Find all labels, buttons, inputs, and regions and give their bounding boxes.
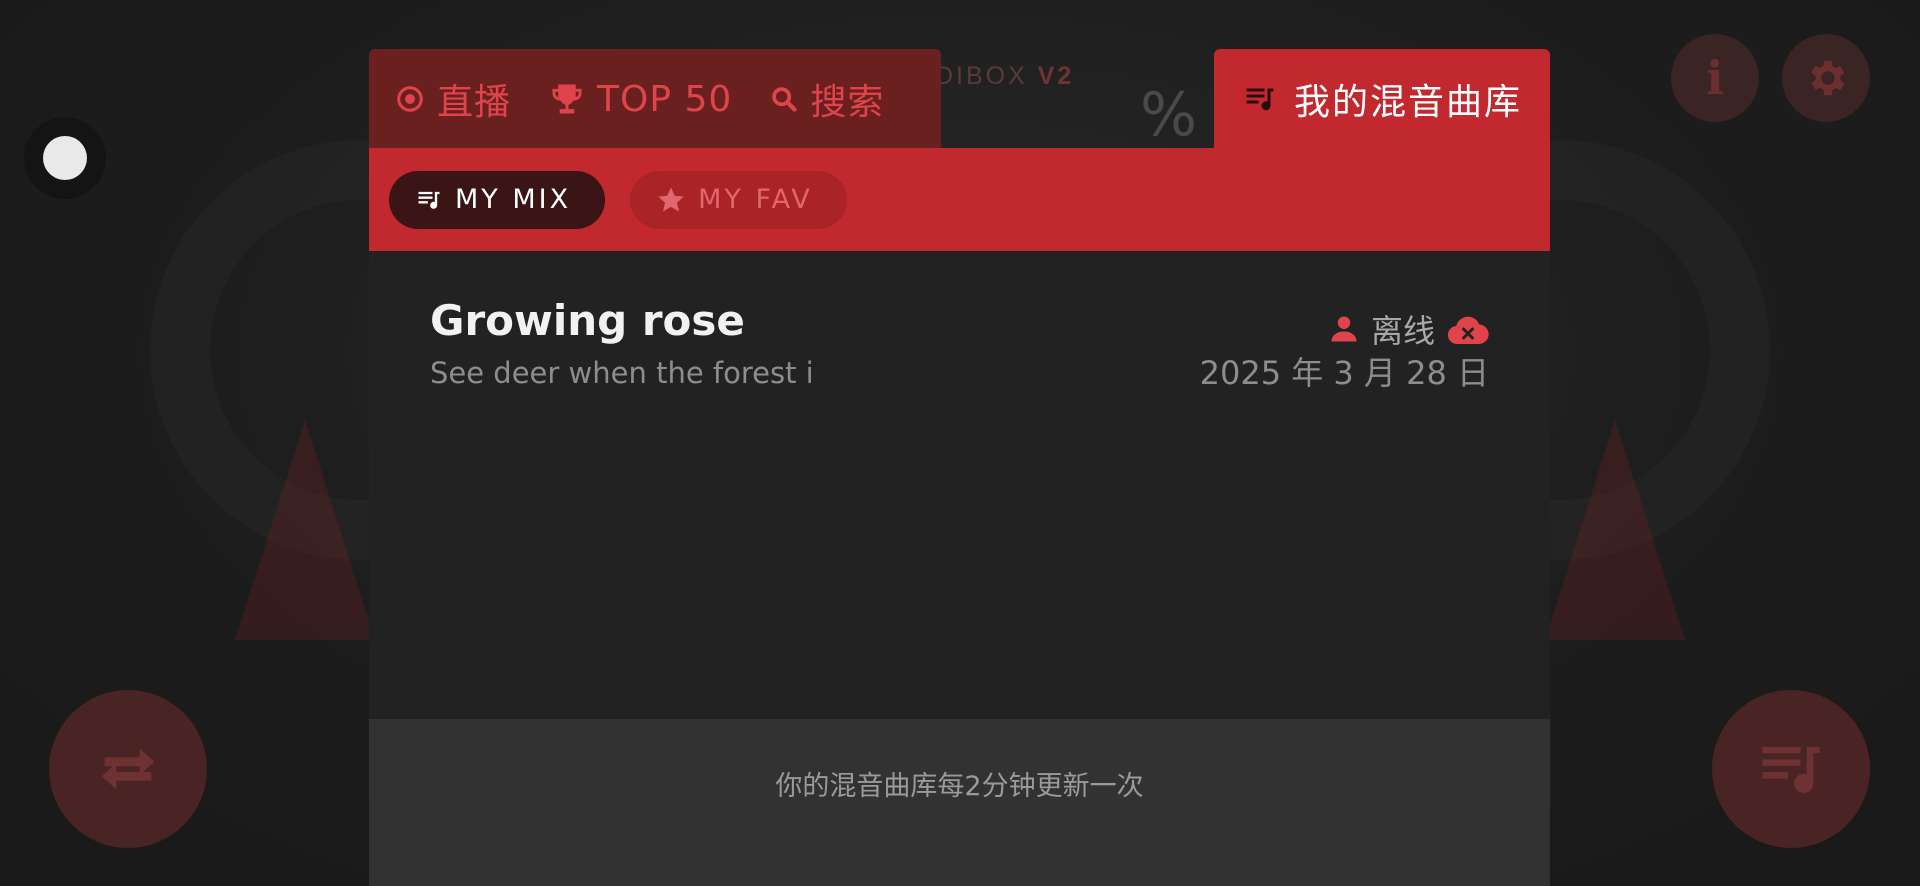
settings-button[interactable] <box>1782 34 1870 122</box>
status-label: 离线 <box>1370 312 1435 350</box>
info-icon: i <box>1706 51 1724 105</box>
tab-bar: 直播 TOP 50 搜索 <box>369 49 941 149</box>
tab-label: TOP 50 <box>597 78 733 120</box>
app-screen: DIBOX V2 % i 直播 TOP 50 搜索 我的混音曲库 MY MIX … <box>0 0 1920 886</box>
trophy-icon <box>549 83 585 115</box>
mix-status: 离线 <box>1329 306 1489 352</box>
background-decoration <box>1545 420 1685 640</box>
mix-list: Growing rose See deer when the forest i … <box>369 251 1550 719</box>
subtab-my-mix[interactable]: MY MIX <box>389 170 606 229</box>
mix-description: See deer when the forest i <box>430 356 814 390</box>
toggle-knob <box>43 136 87 180</box>
update-note: 你的混音曲库每2分钟更新一次 <box>775 771 1144 802</box>
mode-toggle[interactable] <box>24 117 106 199</box>
user-icon <box>1331 316 1357 342</box>
subtab-label: MY MIX <box>455 184 572 215</box>
tab-label: 直播 <box>437 82 512 123</box>
subtab-bar: MY MIX MY FAV <box>369 148 1550 251</box>
subtab-my-fav[interactable]: MY FAV <box>630 170 847 229</box>
mix-date: 2025 年 3 月 28 日 <box>1199 354 1489 392</box>
tab-my-mix-library[interactable]: 我的混音曲库 <box>1214 49 1550 149</box>
swap-button[interactable] <box>49 690 207 848</box>
radio-dot-icon <box>395 84 425 114</box>
library-panel: 直播 TOP 50 搜索 我的混音曲库 MY MIX MY FAV Growin… <box>369 49 1550 886</box>
mix-title: Growing rose <box>430 296 745 345</box>
subtab-label: MY FAV <box>698 184 813 215</box>
playlist-music-icon <box>1762 746 1820 793</box>
footer-bar: 你的混音曲库每2分钟更新一次 <box>369 719 1550 886</box>
cloud-offline-icon <box>1447 316 1489 344</box>
list-item[interactable]: Growing rose See deer when the forest i … <box>430 296 1489 396</box>
swap-arrows-icon <box>101 748 155 790</box>
tab-label: 搜索 <box>810 82 885 123</box>
playlist-button[interactable] <box>1712 690 1870 848</box>
tab-search[interactable]: 搜索 <box>770 73 884 125</box>
tab-top50[interactable]: TOP 50 <box>549 79 732 120</box>
gear-icon <box>1811 60 1845 96</box>
search-icon <box>770 85 798 113</box>
playlist-icon <box>1246 88 1274 111</box>
info-button[interactable]: i <box>1671 34 1759 122</box>
playlist-icon <box>418 191 440 209</box>
background-decoration <box>235 420 375 640</box>
tab-live[interactable]: 直播 <box>395 73 511 125</box>
tab-label: 我的混音曲库 <box>1293 82 1522 123</box>
star-icon <box>658 187 684 211</box>
